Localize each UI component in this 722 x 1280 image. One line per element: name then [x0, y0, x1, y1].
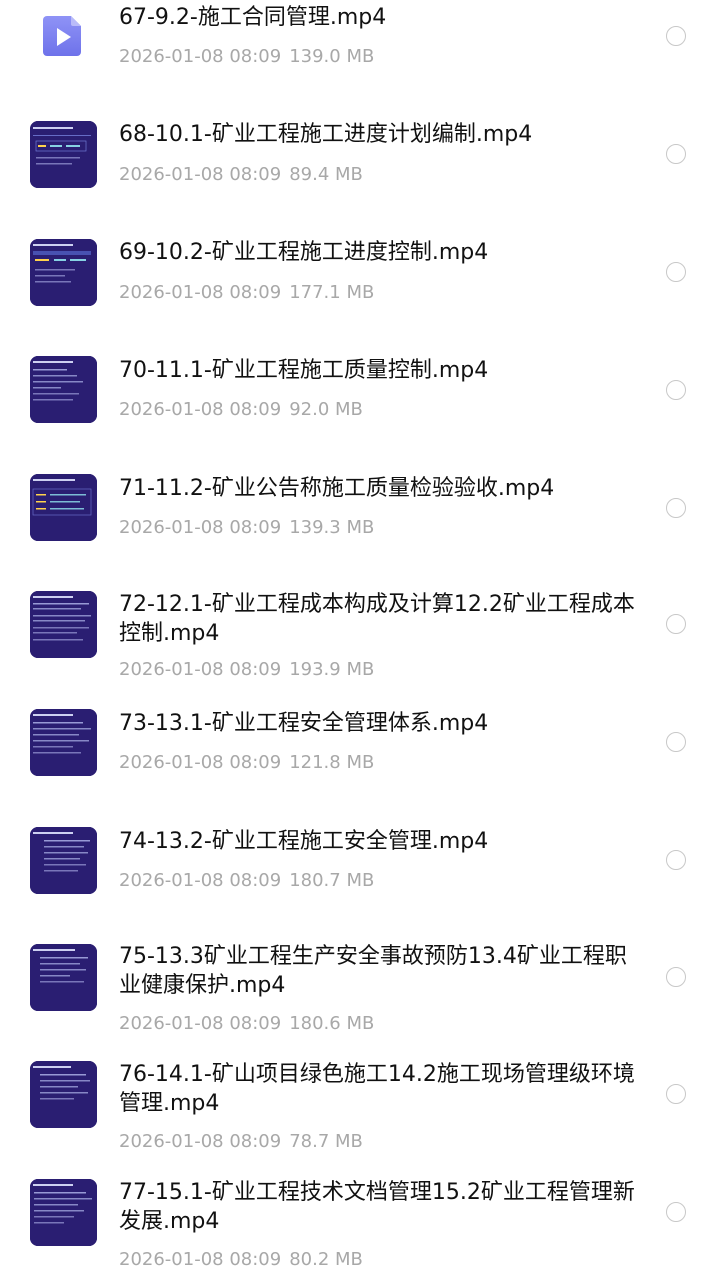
file-meta: 2026-01-08 08:09 139.3 MB	[119, 516, 374, 540]
file-size: 78.7 MB	[289, 1131, 363, 1152]
video-file-icon	[41, 14, 85, 58]
file-size: 177.1 MB	[289, 282, 375, 303]
file-row[interactable]: 72-12.1-矿业工程成本构成及计算12.2矿业工程成本控制.mp4 2026…	[0, 582, 722, 694]
video-thumbnail	[30, 1061, 97, 1128]
file-name: 77-15.1-矿业工程技术文档管理15.2矿业工程管理新发展.mp4	[119, 1180, 635, 1234]
select-radio[interactable]	[666, 144, 686, 164]
video-thumbnail	[30, 591, 97, 658]
file-row[interactable]: 76-14.1-矿山项目绿色施工14.2施工现场管理级环境管理.mp4 2026…	[0, 1054, 722, 1166]
file-meta: 2026-01-08 08:09 180.7 MB	[119, 869, 374, 893]
select-radio[interactable]	[666, 1084, 686, 1104]
select-radio[interactable]	[666, 732, 686, 752]
select-radio[interactable]	[666, 967, 686, 987]
file-meta: 2026-01-08 08:09 89.4 MB	[119, 163, 363, 187]
file-row[interactable]: 70-11.1-矿业工程施工质量控制.mp4 2026-01-08 08:09 9…	[0, 346, 722, 436]
select-radio[interactable]	[666, 498, 686, 518]
file-name: 73-13.1-矿业工程安全管理体系.mp4	[119, 711, 489, 736]
select-radio[interactable]	[666, 614, 686, 634]
file-date: 2026-01-08 08:09	[119, 517, 282, 538]
file-date: 2026-01-08 08:09	[119, 659, 282, 680]
file-meta: 2026-01-08 08:09 121.8 MB	[119, 751, 374, 775]
file-date: 2026-01-08 08:09	[119, 46, 282, 67]
video-thumbnail	[30, 827, 97, 894]
select-radio[interactable]	[666, 850, 686, 870]
file-size: 80.2 MB	[289, 1249, 363, 1270]
file-name: 74-13.2-矿业工程施工安全管理.mp4	[119, 829, 489, 854]
file-name: 71-11.2-矿业公告称施工质量检验验收.mp4	[119, 476, 555, 501]
file-date: 2026-01-08 08:09	[119, 164, 282, 185]
file-meta: 2026-01-08 08:09 78.7 MB	[119, 1130, 363, 1154]
file-size: 180.6 MB	[289, 1013, 375, 1034]
file-size: 92.0 MB	[289, 399, 363, 420]
file-date: 2026-01-08 08:09	[119, 752, 282, 773]
file-row[interactable]: 77-15.1-矿业工程技术文档管理15.2矿业工程管理新发展.mp4 2026…	[0, 1172, 722, 1280]
file-name: 72-12.1-矿业工程成本构成及计算12.2矿业工程成本控制.mp4	[119, 592, 635, 646]
video-thumbnail	[30, 1179, 97, 1246]
video-thumbnail	[30, 121, 97, 188]
file-date: 2026-01-08 08:09	[119, 1013, 282, 1034]
file-size: 180.7 MB	[289, 870, 375, 891]
file-name: 68-10.1-矿业工程施工进度计划编制.mp4	[119, 122, 533, 147]
file-row[interactable]: 75-13.3矿业工程生产安全事故预防13.4矿业工程职业健康保护.mp4 20…	[0, 936, 722, 1048]
select-radio[interactable]	[666, 380, 686, 400]
file-date: 2026-01-08 08:09	[119, 282, 282, 303]
file-list: 67-9.2-施工合同管理.mp4 2026-01-08 08:09 139.0 …	[0, 0, 722, 1280]
select-radio[interactable]	[666, 26, 686, 46]
file-size: 193.9 MB	[289, 659, 375, 680]
file-meta: 2026-01-08 08:09 180.6 MB	[119, 1012, 374, 1036]
file-size: 121.8 MB	[289, 752, 375, 773]
video-thumbnail	[30, 356, 97, 423]
file-meta: 2026-01-08 08:09 92.0 MB	[119, 398, 363, 422]
file-size: 139.3 MB	[289, 517, 375, 538]
video-thumbnail	[30, 944, 97, 1011]
file-name: 75-13.3矿业工程生产安全事故预防13.4矿业工程职业健康保护.mp4	[119, 944, 627, 998]
file-meta: 2026-01-08 08:09 193.9 MB	[119, 658, 374, 682]
select-radio[interactable]	[666, 1202, 686, 1222]
file-size: 139.0 MB	[289, 46, 375, 67]
file-name: 70-11.1-矿业工程施工质量控制.mp4	[119, 358, 489, 383]
file-row[interactable]: 71-11.2-矿业公告称施工质量检验验收.mp4 2026-01-08 08:…	[0, 464, 722, 554]
file-meta: 2026-01-08 08:09 139.0 MB	[119, 45, 374, 69]
file-row[interactable]: 67-9.2-施工合同管理.mp4 2026-01-08 08:09 139.0 …	[0, 0, 722, 80]
file-meta: 2026-01-08 08:09 80.2 MB	[119, 1248, 363, 1272]
video-thumbnail	[30, 709, 97, 776]
file-row[interactable]: 68-10.1-矿业工程施工进度计划编制.mp4 2026-01-08 08:0…	[0, 110, 722, 200]
select-radio[interactable]	[666, 262, 686, 282]
file-date: 2026-01-08 08:09	[119, 1249, 282, 1270]
file-row[interactable]: 69-10.2-矿业工程施工进度控制.mp4 2026-01-08 08:09 1…	[0, 228, 722, 318]
file-size: 89.4 MB	[289, 164, 363, 185]
file-name: 76-14.1-矿山项目绿色施工14.2施工现场管理级环境管理.mp4	[119, 1062, 635, 1116]
file-date: 2026-01-08 08:09	[119, 1131, 282, 1152]
file-meta: 2026-01-08 08:09 177.1 MB	[119, 281, 374, 305]
file-date: 2026-01-08 08:09	[119, 870, 282, 891]
file-row[interactable]: 74-13.2-矿业工程施工安全管理.mp4 2026-01-08 08:09 1…	[0, 818, 722, 908]
file-name: 67-9.2-施工合同管理.mp4	[119, 5, 387, 30]
video-thumbnail	[30, 239, 97, 306]
video-thumbnail	[30, 474, 97, 541]
file-row[interactable]: 73-13.1-矿业工程安全管理体系.mp4 2026-01-08 08:09 1…	[0, 700, 722, 790]
file-date: 2026-01-08 08:09	[119, 399, 282, 420]
file-name: 69-10.2-矿业工程施工进度控制.mp4	[119, 240, 489, 265]
